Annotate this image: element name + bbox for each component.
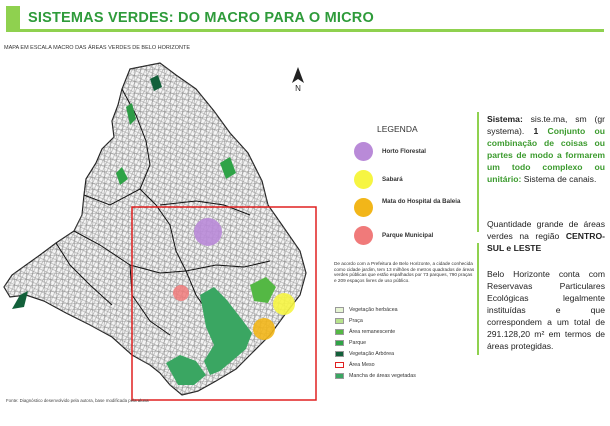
paragraph-centro-sul: Quantidade grande de áreas verdes na reg… bbox=[487, 218, 605, 254]
title-accent bbox=[6, 6, 20, 32]
north-arrow bbox=[292, 67, 304, 83]
legend-label-parque: Parque Municipal bbox=[382, 232, 434, 239]
map-caption: MAPA EM ESCALA MACRO DAS ÁREAS VERDES DE… bbox=[4, 45, 191, 51]
divider-line-bottom bbox=[477, 243, 479, 355]
city-boundary bbox=[3, 62, 307, 396]
swatch-label-arborea: Vegetação Arbórea bbox=[349, 351, 395, 357]
legend-marker-baleia bbox=[354, 198, 373, 217]
legend-marker-parque bbox=[354, 226, 373, 245]
legend-label-baleia: Mata do Hospital da Baleia bbox=[382, 198, 461, 205]
swatch-label-remanescente: Área remanescente bbox=[349, 329, 396, 335]
swatch-herbacea bbox=[335, 307, 344, 313]
legend-title: LEGENDA bbox=[377, 124, 418, 134]
swatch-remanescente bbox=[335, 329, 344, 335]
city-map: N bbox=[3, 62, 317, 401]
swatch-label-parque: Parque bbox=[349, 340, 367, 346]
swatch-label-herbacea: Vegetação herbácea bbox=[349, 307, 398, 313]
legend-label-sabara: Sabará bbox=[382, 176, 403, 183]
divider-line-top bbox=[477, 112, 479, 232]
legend-marker-sabara bbox=[354, 170, 373, 189]
map-source: Fonte: Diagnóstico desenvolvido pela aut… bbox=[6, 398, 149, 403]
page-title: SISTEMAS VERDES: DO MACRO PARA O MICRO bbox=[28, 10, 374, 26]
swatch-label-praca: Praça bbox=[349, 318, 363, 324]
legend-label-horto: Horto Florestal bbox=[382, 148, 427, 155]
city-note: De acordo com a Prefeitura de Belo Horiz… bbox=[334, 261, 475, 283]
definition-text: Sistema: sis.te.ma, sm (gr systema). 1 C… bbox=[487, 113, 605, 185]
legend-marker-horto bbox=[354, 142, 373, 161]
swatch-arborea bbox=[335, 351, 344, 357]
definition-term: Sistema: bbox=[487, 114, 523, 124]
north-arrow-label: N bbox=[295, 84, 301, 93]
swatch-label-meso: Área Meso bbox=[349, 362, 375, 368]
definition-example: Sistema de canais. bbox=[521, 174, 597, 184]
title-bar: SISTEMAS VERDES: DO MACRO PARA O MICRO bbox=[6, 6, 604, 32]
swatch-parque bbox=[335, 340, 344, 346]
swatch-mancha bbox=[335, 373, 344, 379]
paragraph-reservas: Belo Horizonte conta com Reservavas Part… bbox=[487, 269, 605, 351]
swatch-praca bbox=[335, 318, 344, 324]
swatch-label-mancha: Mancha de áreas vegetadas bbox=[349, 373, 416, 379]
swatch-meso bbox=[335, 362, 344, 368]
